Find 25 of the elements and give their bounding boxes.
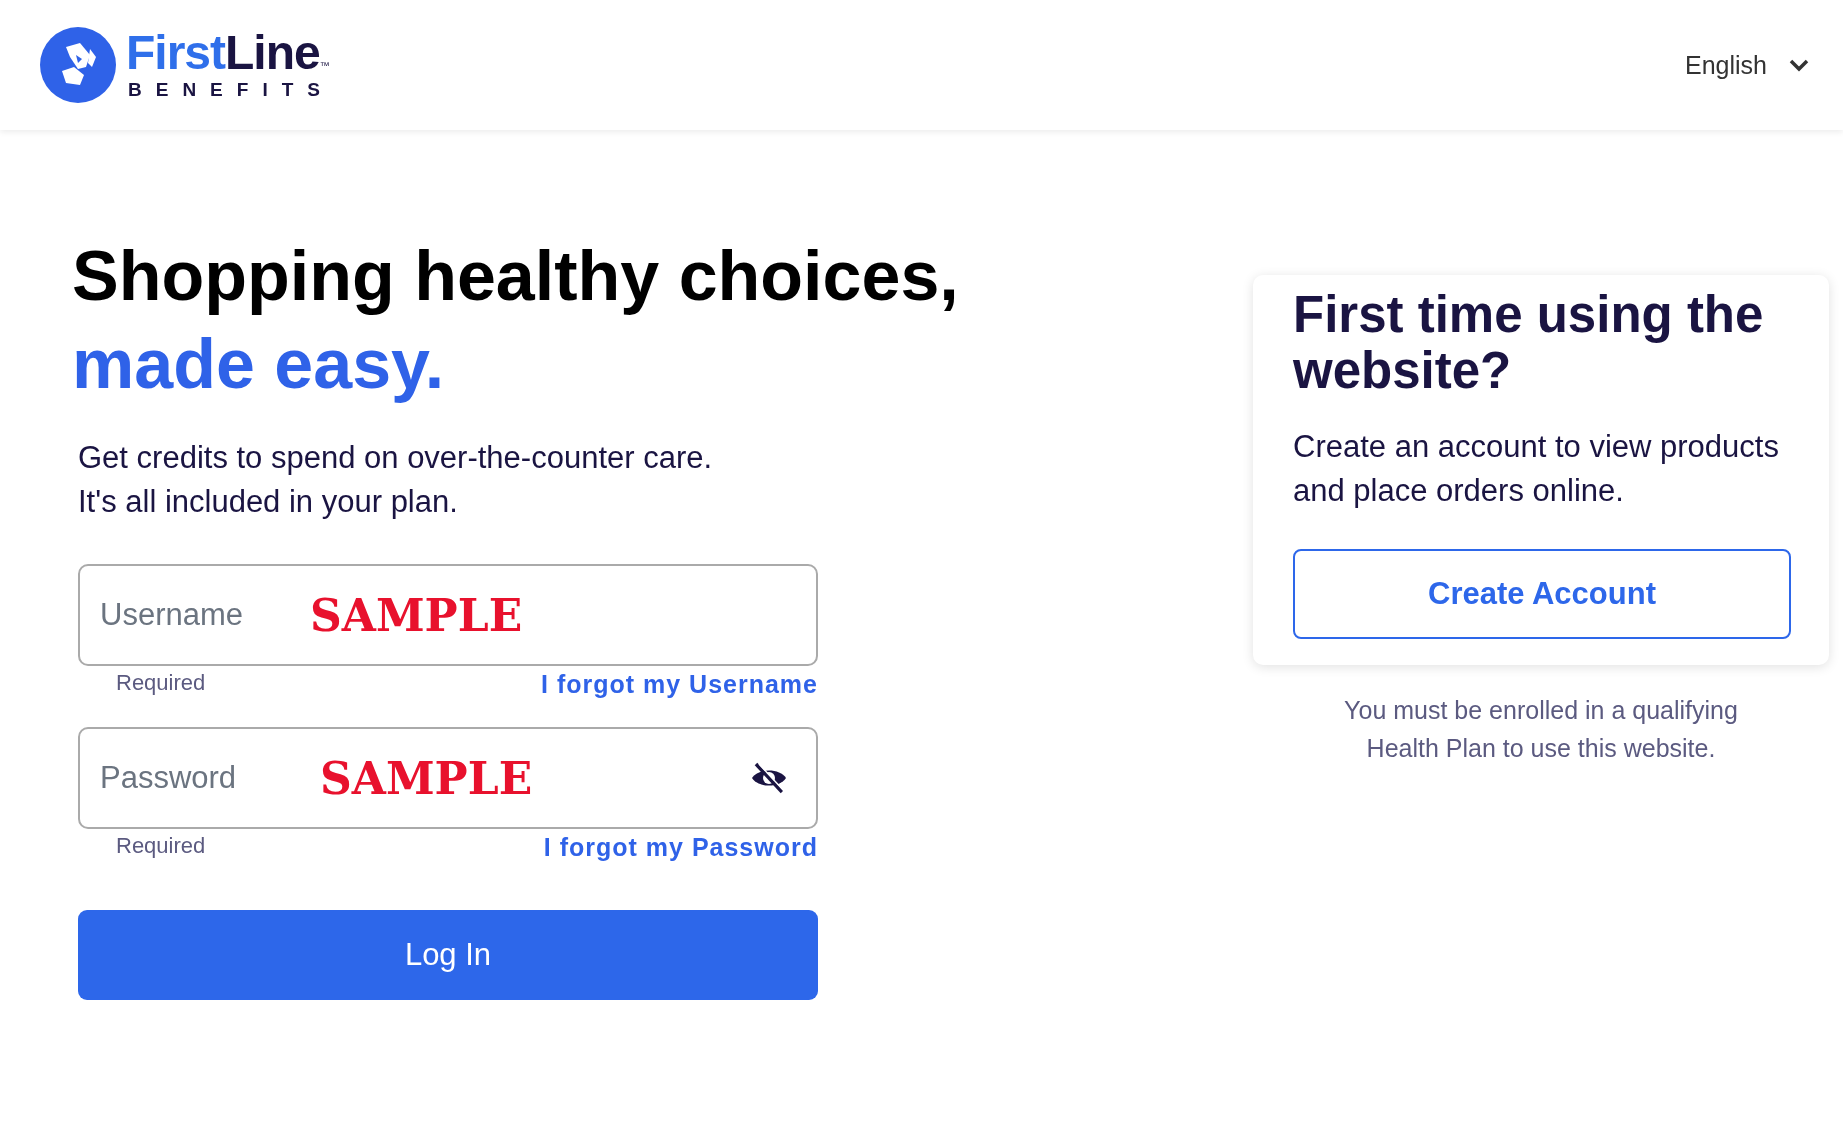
card-title: First time using the website? — [1293, 287, 1765, 399]
language-select[interactable]: English — [1679, 44, 1815, 86]
hero-title: Shopping healthy choices, — [72, 236, 960, 317]
create-account-button[interactable]: Create Account — [1293, 549, 1791, 639]
forgot-link[interactable]: I forgot my Password — [543, 833, 818, 862]
field-label: Password — [100, 760, 238, 796]
hero-title-accent: made easy. — [72, 324, 446, 405]
forgot-link[interactable]: I forgot my Username — [541, 670, 818, 699]
logo-wordmark: FirstLine™ — [126, 29, 331, 77]
login-button[interactable]: Log In — [78, 910, 818, 1000]
logo-tagline: BENEFITS — [127, 79, 334, 101]
eye-slash-icon[interactable] — [750, 762, 788, 794]
username-field[interactable]: Username SAMPLE — [78, 564, 818, 666]
required-hint: Required — [116, 833, 206, 859]
field-input[interactable]: SAMPLE — [308, 588, 788, 642]
eligibility-note: You must be enrolled in a qualifying Health Plan to use this website. — [1343, 695, 1739, 764]
field-label: Username — [100, 597, 244, 633]
field-input[interactable]: SAMPLE — [318, 751, 750, 805]
hero-text: It's all included in your plan. — [78, 483, 459, 521]
card-text: Create an account to view products and place orders online. — [1293, 428, 1780, 510]
hero-text: Get credits to spend on over-the-counter care. — [78, 439, 714, 477]
logo-icon — [40, 27, 116, 103]
required-hint: Required — [116, 670, 206, 696]
password-field[interactable]: Password SAMPLE — [78, 727, 818, 829]
chevron-down-icon — [1789, 58, 1809, 72]
